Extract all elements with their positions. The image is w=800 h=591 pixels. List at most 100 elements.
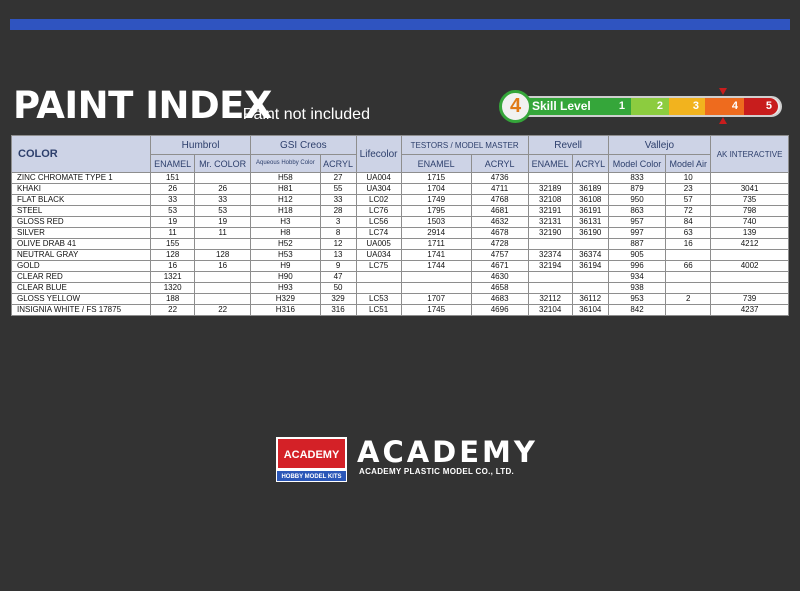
paint-code-cell: 9 (319, 260, 357, 272)
paint-code-cell: 72 (665, 205, 712, 217)
paint-code-cell: 55 (319, 183, 357, 195)
paint-code-cell (571, 238, 609, 250)
paint-code-cell: 33 (149, 194, 196, 206)
paint-code-cell: 16 (194, 260, 252, 272)
color-name-cell: GLOSS RED (11, 216, 151, 228)
paint-code-cell: 4757 (470, 249, 529, 261)
paint-code-cell: 4768 (470, 194, 529, 206)
paint-code-cell: 10 (665, 172, 712, 184)
brand-vallejo: Vallejo (607, 135, 712, 155)
paint-code-cell: H3 (250, 216, 321, 228)
paint-code-cell (571, 282, 609, 294)
paint-code-cell: 833 (607, 172, 667, 184)
paint-code-cell: 4681 (470, 205, 529, 217)
paint-code-cell (355, 282, 402, 294)
paint-code-cell (710, 249, 789, 261)
paint-code-cell (527, 172, 573, 184)
paint-code-cell: 1741 (400, 249, 472, 261)
academy-logo: ACADEMY HOBBY MODEL KITS (276, 437, 347, 482)
paint-code-cell: 128 (194, 249, 252, 261)
color-name-cell: INSIGNIA WHITE / FS 17875 (11, 304, 151, 316)
color-name-cell: ZINC CHROMATE TYPE 1 (11, 172, 151, 184)
top-accent-bar (10, 19, 790, 30)
paint-code-cell (665, 304, 712, 316)
paint-code-cell (194, 238, 252, 250)
paint-code-cell: 128 (149, 249, 196, 261)
brand-humbrol: Humbrol (149, 135, 252, 155)
paint-code-cell: 12 (319, 238, 357, 250)
paint-code-cell: 1707 (400, 293, 472, 305)
paint-code-cell: 316 (319, 304, 357, 316)
skill-level-label: Skill Level (532, 99, 591, 113)
paint-code-cell: 1711 (400, 238, 472, 250)
company-name: ACADEMY PLASTIC MODEL CO., LTD. (359, 467, 515, 476)
table-row: GLOSS RED 19 19 H3 3 LC56 1503 4632 32131 36131 95… (11, 216, 789, 228)
paint-code-cell: 28 (319, 205, 357, 217)
gsi-acryl-header: ACRYL (319, 154, 357, 173)
paint-code-cell: 4632 (470, 216, 529, 228)
revell-enamel-header: ENAMEL (527, 154, 573, 173)
color-name-cell: GOLD (11, 260, 151, 272)
paint-code-cell: H18 (250, 205, 321, 217)
skill-segment-5: 5 (744, 98, 778, 115)
table-row: FLAT BLACK 33 33 H12 33 LC02 1749 4768 32108 3610… (11, 194, 789, 206)
table-row: KHAKI 26 26 H81 55 UA304 1704 4711 32189 36189 879… (11, 183, 789, 195)
paint-code-cell: H58 (250, 172, 321, 184)
paint-code-cell: 1749 (400, 194, 472, 206)
page-subtitle: - Paint not included (233, 106, 370, 123)
paint-code-cell: 957 (607, 216, 667, 228)
paint-code-cell: 1745 (400, 304, 472, 316)
paint-code-cell: 23 (665, 183, 712, 195)
testors-enamel-header: ENAMEL (400, 154, 472, 173)
paint-table-body: ZINC CHROMATE TYPE 1 151 H58 27 UA004 1715 473… (11, 172, 789, 316)
paint-code-cell: 155 (149, 238, 196, 250)
paint-code-cell: 63 (665, 227, 712, 239)
table-row: CLEAR RED 1321 H90 47 4630 934 (11, 271, 789, 283)
paint-code-cell: 739 (710, 293, 789, 305)
paint-code-cell: 19 (194, 216, 252, 228)
paint-code-cell: 4711 (470, 183, 529, 195)
paint-code-cell: 905 (607, 249, 667, 261)
paint-code-cell: 188 (149, 293, 196, 305)
paint-code-cell: H81 (250, 183, 321, 195)
paint-code-cell (665, 271, 712, 283)
paint-code-cell: 4002 (710, 260, 789, 272)
paint-code-cell: 36194 (571, 260, 609, 272)
paint-code-cell: 33 (319, 194, 357, 206)
academy-logo-subtext: HOBBY MODEL KITS (276, 470, 347, 482)
color-name-cell: KHAKI (11, 183, 151, 195)
paint-code-cell (355, 271, 402, 283)
paint-code-cell: 11 (149, 227, 196, 239)
academy-logo-text: ACADEMY (276, 437, 347, 470)
paint-code-cell: 32104 (527, 304, 573, 316)
paint-code-cell: 4212 (710, 238, 789, 250)
academy-wordmark: ACADEMY (357, 435, 538, 469)
paint-code-cell: H8 (250, 227, 321, 239)
table-row: STEEL 53 53 H18 28 LC76 1795 4681 32191 36191 863 7… (11, 205, 789, 217)
table-row: ZINC CHROMATE TYPE 1 151 H58 27 UA004 1715 473… (11, 172, 789, 184)
brand-revell: Revell (527, 135, 609, 155)
paint-code-cell: 3041 (710, 183, 789, 195)
paint-code-cell: 3 (319, 216, 357, 228)
color-name-cell: GLOSS YELLOW (11, 293, 151, 305)
paint-code-cell: 16 (665, 238, 712, 250)
paint-code-cell: 4736 (470, 172, 529, 184)
paint-code-cell: 139 (710, 227, 789, 239)
paint-code-cell: 36374 (571, 249, 609, 261)
table-row: NEUTRAL GRAY 128 128 H53 13 UA034 1741 4757 3237… (11, 249, 789, 261)
paint-code-cell: 53 (149, 205, 196, 217)
paint-code-cell: 863 (607, 205, 667, 217)
paint-code-cell: 27 (319, 172, 357, 184)
paint-code-cell: 57 (665, 194, 712, 206)
paint-code-cell: 32131 (527, 216, 573, 228)
brand-lifecolor: Lifecolor (355, 135, 402, 173)
paint-code-cell: 36112 (571, 293, 609, 305)
paint-code-cell: 11 (194, 227, 252, 239)
paint-code-cell: 32190 (527, 227, 573, 239)
skill-marker-top-icon (719, 88, 727, 95)
paint-code-cell (710, 271, 789, 283)
paint-code-cell: 798 (710, 205, 789, 217)
skill-segment-2: 2 (631, 98, 669, 115)
brand-gsi-creos: GSI Creos (250, 135, 357, 155)
paint-code-cell: LC76 (355, 205, 402, 217)
